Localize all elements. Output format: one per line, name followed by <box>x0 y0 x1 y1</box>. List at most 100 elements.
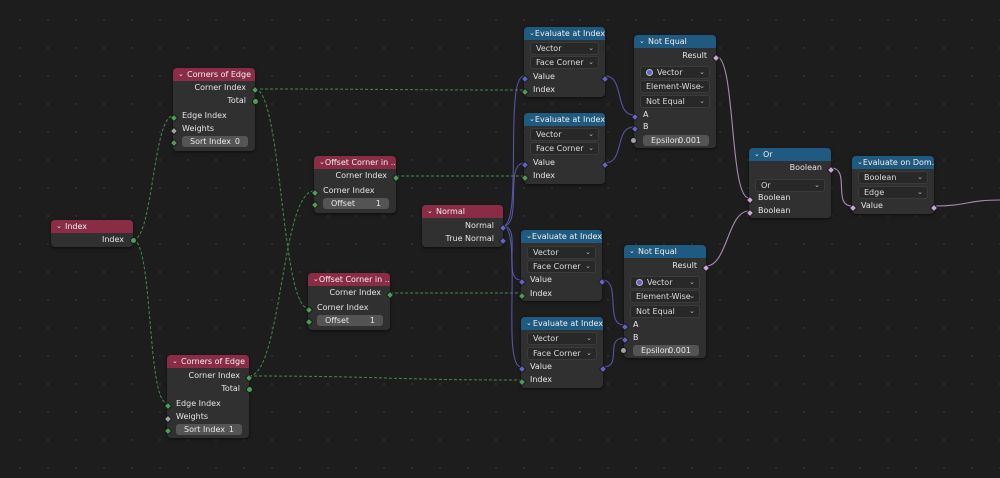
link-or-eod[interactable] <box>830 167 853 207</box>
link-ne1-or[interactable] <box>715 55 750 199</box>
node-header[interactable]: ⌄ Or <box>749 148 831 161</box>
output-socket-index[interactable] <box>130 237 137 244</box>
node-not-equal-2[interactable]: ⌄ Not Equal Result Vector ⌄ Element-Wise ⌄ … <box>620 245 711 358</box>
output-socket-total[interactable] <box>246 386 253 393</box>
node-offset-corner-2[interactable]: ⌄ Offset Corner in ... Corner Index Corne… <box>304 273 395 330</box>
node-header[interactable]: ⌄ Evaluate at Index <box>521 230 602 243</box>
node-header[interactable]: ⌄ Evaluate on Dom... <box>852 156 934 169</box>
collapse-chevron-icon[interactable]: ⌄ <box>427 205 436 218</box>
collapse-chevron-icon[interactable]: ⌄ <box>754 148 763 161</box>
link-ne2-or[interactable] <box>705 210 750 267</box>
node-header[interactable]: ⌄ Evaluate at Index <box>521 317 603 330</box>
epsilon-field[interactable]: Epsilon 0.001 <box>633 345 699 356</box>
chevron-down-icon: ⌄ <box>588 44 594 52</box>
field-value: 1 <box>228 425 234 434</box>
link-coe1-ev1[interactable] <box>254 88 525 91</box>
node-header[interactable]: ⌄ Normal <box>422 205 503 218</box>
dropdown-value: Not Equal <box>636 307 675 316</box>
data-type-dropdown[interactable]: Boolean ⌄ <box>858 171 928 184</box>
vector-icon <box>646 69 653 76</box>
link-ev2-ne1b[interactable] <box>604 126 635 164</box>
link-coe1-oc2[interactable] <box>254 88 309 309</box>
link-coe2-ev4[interactable] <box>248 375 522 381</box>
vector-icon <box>636 279 643 286</box>
dropdown-value: Vector <box>536 130 562 139</box>
sort-index-field[interactable]: Sort Index 0 <box>182 136 248 147</box>
data-type-dropdown[interactable]: Vector ⌄ <box>530 128 599 141</box>
node-header[interactable]: ⌄ Offset Corner in ... <box>314 156 396 169</box>
offset-field[interactable]: Offset 1 <box>317 315 383 326</box>
node-corners-of-edge-2[interactable]: ⌄ Corners of Edge Corner Index Total Edge… <box>163 355 254 438</box>
domain-dropdown[interactable]: Face Corner ⌄ <box>527 347 597 360</box>
link-ev3-ne2a[interactable] <box>601 279 625 326</box>
input-socket-epsilon[interactable] <box>630 137 637 144</box>
field-value: 0 <box>234 137 240 146</box>
data-type-dropdown[interactable]: Vector ⌄ <box>630 276 700 289</box>
node-header[interactable]: ⌄ Not Equal <box>624 245 706 258</box>
node-evaluate-on-domain[interactable]: ⌄ Evaluate on Dom... Boolean ⌄ Edge ⌄ Value <box>848 156 939 214</box>
mode-dropdown[interactable]: Element-Wise ⌄ <box>640 80 710 93</box>
collapse-chevron-icon[interactable]: ⌄ <box>639 35 648 48</box>
node-header[interactable]: ⌄ Not Equal <box>634 35 716 48</box>
link-ev1-ne1a[interactable] <box>604 75 635 116</box>
output-socket-total[interactable] <box>252 98 259 105</box>
operation-dropdown[interactable]: Or ⌄ <box>755 179 825 192</box>
chevron-down-icon: ⌄ <box>814 181 820 189</box>
node-evaluate-at-index-3[interactable]: ⌄ Evaluate at Index Vector ⌄ Face Corner ⌄ … <box>517 230 607 301</box>
node-header[interactable]: ⌄ Offset Corner in ... <box>308 273 390 286</box>
data-type-dropdown[interactable]: Vector ⌄ <box>640 66 710 79</box>
node-evaluate-at-index-4[interactable]: ⌄ Evaluate at Index Vector ⌄ Face Corner ⌄ … <box>517 317 608 388</box>
link-coe2-oc1[interactable] <box>248 190 315 377</box>
domain-dropdown[interactable]: Face Corner ⌄ <box>527 260 596 273</box>
node-title: Index <box>65 222 88 231</box>
offset-field[interactable]: Offset 1 <box>323 198 389 209</box>
node-header[interactable]: ⌄ Evaluate at Index <box>524 113 605 126</box>
socket-label: Corner Index <box>194 83 246 92</box>
collapse-chevron-icon[interactable]: ⌄ <box>178 68 187 81</box>
node-header[interactable]: ⌄ Corners of Edge <box>173 68 255 81</box>
socket-label: True Normal <box>445 234 494 243</box>
node-corners-of-edge-1[interactable]: ⌄ Corners of Edge Corner Index Total Edge… <box>169 68 260 151</box>
collapse-chevron-icon[interactable]: ⌄ <box>526 317 533 330</box>
data-type-dropdown[interactable]: Vector ⌄ <box>527 246 596 259</box>
node-evaluate-at-index-1[interactable]: ⌄ Evaluate at Index Vector ⌄ Face Corner ⌄ … <box>520 27 610 97</box>
domain-dropdown[interactable]: Face Corner ⌄ <box>530 56 599 69</box>
link-eod-out[interactable] <box>933 199 1000 207</box>
operation-dropdown[interactable]: Not Equal ⌄ <box>640 95 710 108</box>
node-normal[interactable]: ⌄ Normal Normal True Normal <box>422 205 508 247</box>
data-type-dropdown[interactable]: Vector ⌄ <box>527 332 597 345</box>
node-evaluate-at-index-2[interactable]: ⌄ Evaluate at Index Vector ⌄ Face Corner ⌄ … <box>520 113 610 184</box>
field-label: Sort Index <box>184 425 225 434</box>
collapse-chevron-icon[interactable]: ⌄ <box>629 245 638 258</box>
domain-dropdown[interactable]: Edge ⌄ <box>858 186 928 199</box>
data-type-dropdown[interactable]: Vector ⌄ <box>530 42 599 55</box>
node-not-equal-1[interactable]: ⌄ Not Equal Result Vector ⌄ Element-Wise ⌄ … <box>630 35 721 148</box>
node-index[interactable]: ⌄ Index Index <box>51 220 137 247</box>
link-index-edge1[interactable] <box>132 115 174 241</box>
socket-label: Boolean <box>758 206 791 215</box>
collapse-chevron-icon[interactable]: ⌄ <box>56 220 65 233</box>
domain-dropdown[interactable]: Face Corner ⌄ <box>530 142 599 155</box>
node-header[interactable]: ⌄ Evaluate at Index <box>524 27 605 40</box>
socket-label: Boolean <box>789 163 822 172</box>
socket-label: Weights <box>182 124 215 133</box>
chevron-down-icon: ⌄ <box>689 307 695 315</box>
node-title: Evaluate on Dom... <box>862 158 934 167</box>
socket-label: Weights <box>176 412 209 421</box>
node-or[interactable]: ⌄ Or Boolean Or ⌄ Boolean Boolean <box>745 148 836 218</box>
sort-index-field[interactable]: Sort Index 1 <box>176 424 242 435</box>
field-label: Epsilon <box>641 346 670 355</box>
socket-label: Corner Index <box>335 171 387 180</box>
mode-dropdown[interactable]: Element-Wise ⌄ <box>630 290 700 303</box>
field-label: Epsilon <box>651 136 680 145</box>
node-header[interactable]: ⌄ Corners of Edge <box>167 355 249 368</box>
operation-dropdown[interactable]: Not Equal ⌄ <box>630 305 700 318</box>
dropdown-value: Element-Wise <box>646 82 701 91</box>
node-offset-corner-1[interactable]: ⌄ Offset Corner in ... Corner Index Corne… <box>310 156 401 213</box>
link-index-edge2[interactable] <box>132 239 168 404</box>
epsilon-field[interactable]: Epsilon 0.001 <box>643 135 709 146</box>
collapse-chevron-icon[interactable]: ⌄ <box>172 355 181 368</box>
input-socket-epsilon[interactable] <box>620 347 627 354</box>
node-title: Or <box>763 150 773 159</box>
node-header[interactable]: ⌄ Index <box>51 220 133 233</box>
